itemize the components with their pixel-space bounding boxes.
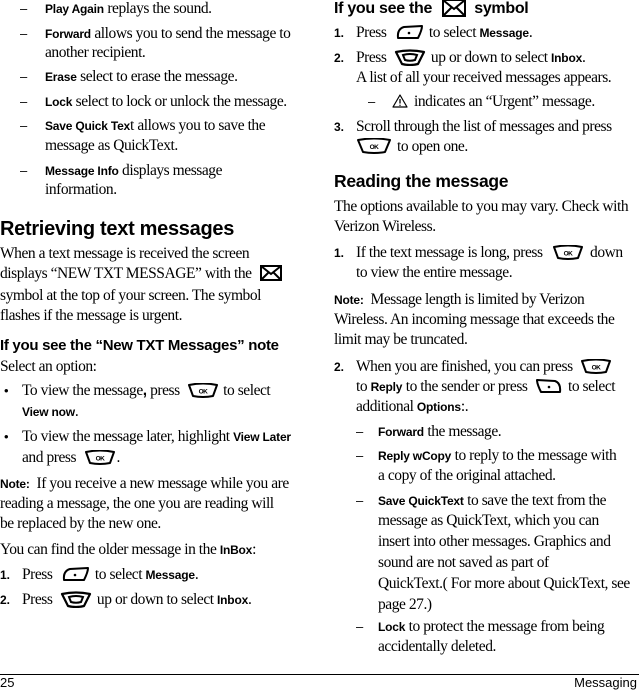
list-item-message-info: Message Info displays message <box>45 162 223 179</box>
bullet-view-now-cont: View now. <box>22 403 79 420</box>
retrieving-para-line: flashes if the message is urgent. <box>0 307 183 324</box>
step-select-message: Press to select Message. <box>22 566 199 583</box>
ok-key-icon: OK <box>187 382 219 398</box>
sub-option-lock: Lock to protect the message from being <box>378 618 605 635</box>
list-appears-text: A list of all your received messages app… <box>356 69 612 86</box>
dash-marker: – <box>356 448 364 463</box>
sub-option-save-quicktext-cont: QuickText.( For more about QuickText, se… <box>378 575 630 592</box>
bullet-view-now: To view the message, press OK to select <box>22 382 271 399</box>
left-softkey-icon <box>394 24 424 40</box>
warning-icon <box>392 94 408 109</box>
dash-marker: – <box>356 619 364 634</box>
envelope-icon <box>442 0 467 17</box>
list-item-forward-cont: another recipient. <box>45 44 146 61</box>
dash-marker: – <box>20 163 28 178</box>
note-line: Wireless. An incoming message that excee… <box>334 311 615 328</box>
step-number: 1. <box>334 26 345 40</box>
dash-marker: – <box>356 493 364 508</box>
select-option-intro: Select an option: <box>0 358 97 375</box>
sub-option-save-quicktext: Save QuickText to save the text from the <box>378 492 607 509</box>
urgent-note: indicates an “Urgent” message. <box>392 93 595 111</box>
sub-option-reply-wcopy: Reply wCopy to reply to the message with <box>378 447 617 464</box>
list-item-play-again: Play Again replays the sound. <box>45 0 212 17</box>
left-softkey-icon <box>60 566 90 582</box>
page-number: 25 <box>0 675 15 690</box>
note-line: limit may be truncated. <box>334 331 468 348</box>
step-select-message: Press to select Message. <box>356 24 533 41</box>
list-item-save-quick-text-cont: message as QuickText. <box>45 137 178 154</box>
subheading-new-txt-note: If you see the “New TXT Messages” note <box>0 337 279 354</box>
subheading-symbol: If you see the symbol <box>334 0 529 18</box>
note-line: be replaced by the new one. <box>0 515 161 532</box>
dash-marker: – <box>20 26 28 41</box>
sub-option-reply-wcopy-cont: a copy of the original attached. <box>378 467 556 484</box>
list-item-message-info-cont: information. <box>45 181 117 198</box>
step-number: 1. <box>0 568 11 582</box>
retrieving-para-line: displays “NEW TXT MESSAGE” with the <box>0 265 283 283</box>
dash-marker: – <box>20 118 28 133</box>
sub-option-forward: Forward the message. <box>378 423 502 440</box>
retrieving-para-line: symbol at the top of your screen. The sy… <box>0 287 262 304</box>
svg-text:OK: OK <box>564 250 574 257</box>
reading-para-line: The options available to you may vary. C… <box>334 198 629 215</box>
step-select-inbox: Press up or down to select Inbox. <box>356 49 586 66</box>
section-name: Messaging <box>574 675 637 690</box>
svg-text:OK: OK <box>95 455 105 462</box>
sub-option-lock-cont: accidentally deleted. <box>378 638 496 655</box>
dash-marker: – <box>356 424 364 439</box>
bullet-marker: • <box>4 383 9 398</box>
list-item-forward: Forward allows you to send the message t… <box>45 25 291 42</box>
right-softkey-icon <box>535 378 563 394</box>
step-finished-cont2: additional Options:. <box>356 398 469 415</box>
step-number: 2. <box>334 360 345 374</box>
list-item-erase: Erase select to erase the message. <box>45 68 238 85</box>
note-line: Note: Message length is limited by Veriz… <box>334 291 585 308</box>
dash-marker: – <box>20 94 28 109</box>
reading-para-line: Verizon Wireless. <box>334 218 436 235</box>
bullet-view-later: To view the message later, highlight Vie… <box>22 428 291 445</box>
note-line: reading a message, the one you are readi… <box>0 495 274 512</box>
footer-divider <box>0 674 639 675</box>
bullet-view-later-cont: and press OK. <box>22 449 120 466</box>
ok-key-icon: OK <box>552 244 584 260</box>
step-select-inbox: Press up or down to select Inbox. <box>22 591 252 608</box>
svg-text:OK: OK <box>370 144 380 151</box>
dash-marker: – <box>20 1 28 16</box>
ok-key-icon: OK <box>84 449 116 465</box>
nav-key-icon <box>394 49 426 66</box>
sub-option-save-quicktext-cont: message as QuickText, which you can <box>378 512 599 529</box>
ok-key-icon: OK <box>356 138 392 155</box>
step-number: 2. <box>334 51 345 65</box>
step-long-message-cont: to view the entire message. <box>356 264 513 281</box>
dash-marker: – <box>20 69 28 84</box>
sub-option-save-quicktext-cont: sound are not saved as part of <box>378 554 549 571</box>
step-finished-cont: to Reply to the sender or press to selec… <box>356 378 616 395</box>
list-item-lock: Lock select to lock or unlock the messag… <box>45 93 287 110</box>
dash-marker: – <box>368 94 376 109</box>
step-long-message: If the text message is long, press OK dow… <box>356 244 623 261</box>
retrieving-para-line: When a text message is received the scre… <box>0 245 250 262</box>
section-heading-reading: Reading the message <box>334 171 509 191</box>
svg-text:OK: OK <box>199 388 209 395</box>
inbox-intro: You can find the older message in the In… <box>0 541 257 558</box>
step-finished: When you are finished, you can press OK <box>356 358 612 376</box>
sub-option-save-quicktext-cont: insert into other messages. Graphics and <box>378 533 611 550</box>
step-scroll-list: Scroll through the list of messages and … <box>356 118 612 135</box>
sub-option-save-quicktext-cont: page 27.) <box>378 596 432 613</box>
step-number: 1. <box>334 246 345 260</box>
step-scroll-list-cont: OK to open one. <box>356 138 468 156</box>
step-number: 3. <box>334 120 345 134</box>
svg-text:OK: OK <box>592 364 602 371</box>
ok-key-icon: OK <box>580 358 612 374</box>
list-item-save-quick-text: Save Quick Text allows you to save the <box>45 117 266 134</box>
step-number: 2. <box>0 593 11 607</box>
envelope-icon <box>260 265 283 282</box>
bullet-marker: • <box>4 429 9 444</box>
note-line: Note: If you receive a new message while… <box>0 475 289 492</box>
nav-key-icon <box>60 591 92 608</box>
section-heading-retrieving: Retrieving text messages <box>0 218 235 240</box>
